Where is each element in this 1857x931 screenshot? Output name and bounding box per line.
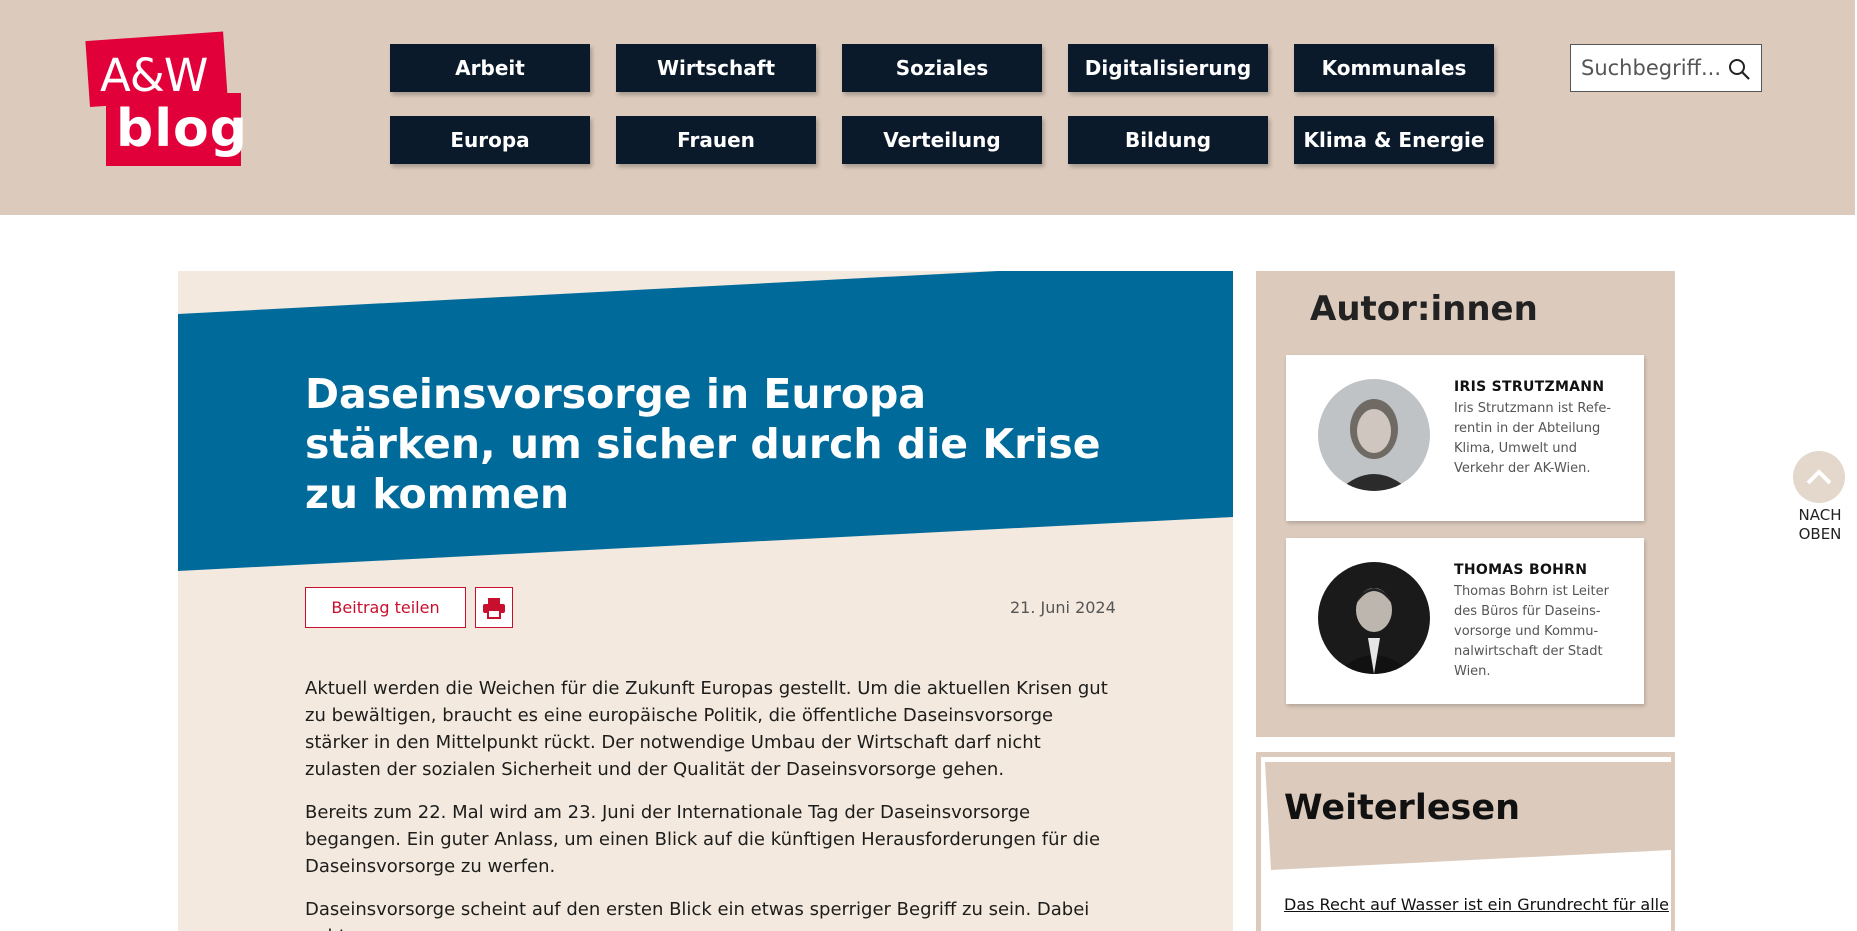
article-date: 21. Juni 2024 <box>1010 598 1116 617</box>
back-to-top-line2: OBEN <box>1798 525 1842 543</box>
nav-digitalisierung[interactable]: Digitalisierung <box>1068 44 1268 92</box>
author-name: THOMAS BOHRN <box>1454 562 1588 578</box>
nav-europa[interactable]: Europa <box>390 116 590 164</box>
print-button[interactable] <box>475 587 513 628</box>
article-body: Aktuell werden die Weichen für die Zukun… <box>305 675 1115 931</box>
article-paragraph: Bereits zum 22. Mal wird am 23. Juni der… <box>305 802 1101 877</box>
back-to-top-line1: NACH <box>1798 506 1842 524</box>
logo-text-blog: blog <box>116 99 248 159</box>
share-button[interactable]: Beitrag teilen <box>305 587 466 628</box>
article-card: Daseinsvorsorge in Europa stärken, um si… <box>178 271 1233 931</box>
nav-soziales[interactable]: Soziales <box>842 44 1042 92</box>
nav-verteilung[interactable]: Verteilung <box>842 116 1042 164</box>
logo-text-aw: A&W <box>100 49 208 102</box>
nav-kommunales[interactable]: Kommunales <box>1294 44 1494 92</box>
weiterlesen-heading: Weiterlesen <box>1284 788 1521 828</box>
author-bio: Thomas Bohrn ist Leiter des Büros für Da… <box>1454 584 1609 679</box>
article-title: Daseinsvorsorge in Europa stärken, um si… <box>305 370 1101 518</box>
printer-icon <box>483 597 505 619</box>
weiterlesen-link[interactable]: Das Recht auf Wasser ist ein Grundrecht … <box>1284 895 1669 914</box>
nav-arbeit[interactable]: Arbeit <box>390 44 590 92</box>
authors-panel: Autor:innen IRIS STRUTZMANN Iris Strutzm… <box>1256 271 1675 737</box>
back-to-top-label[interactable]: NACH OBEN <box>1775 506 1857 544</box>
search-box <box>1570 44 1762 92</box>
nav-wirtschaft[interactable]: Wirtschaft <box>616 44 816 92</box>
back-to-top-button[interactable] <box>1793 451 1845 503</box>
author-card-iris-strutzmann[interactable]: IRIS STRUTZMANN Iris Strutzmann ist Refe… <box>1286 355 1644 521</box>
author-bio: Iris Strutzmann ist Refe-rentin in der A… <box>1454 401 1612 476</box>
weiterlesen-inner: Weiterlesen Das Recht auf Wasser ist ein… <box>1261 757 1671 931</box>
nav-klima-energie[interactable]: Klima & Energie <box>1294 116 1494 164</box>
author-avatar <box>1318 379 1430 491</box>
search-input[interactable] <box>1581 48 1726 88</box>
search-icon[interactable] <box>1727 57 1751 81</box>
article-paragraph: Daseinsvorsorge scheint auf den ersten B… <box>305 899 1090 931</box>
chevron-up-icon <box>1806 469 1832 485</box>
nav-bildung[interactable]: Bildung <box>1068 116 1268 164</box>
authors-heading: Autor:innen <box>1310 289 1538 329</box>
author-name: IRIS STRUTZMANN <box>1454 379 1605 395</box>
author-avatar <box>1318 562 1430 674</box>
nav-frauen[interactable]: Frauen <box>616 116 816 164</box>
site-header: A&W blog Arbeit Wirtschaft Soziales Digi… <box>0 0 1855 215</box>
weiterlesen-panel: Weiterlesen Das Recht auf Wasser ist ein… <box>1256 752 1675 931</box>
article-paragraph: Aktuell werden die Weichen für die Zukun… <box>305 678 1108 780</box>
author-card-thomas-bohrn[interactable]: THOMAS BOHRN Thomas Bohrn ist Leiter des… <box>1286 538 1644 704</box>
site-logo[interactable]: A&W blog <box>85 31 247 166</box>
